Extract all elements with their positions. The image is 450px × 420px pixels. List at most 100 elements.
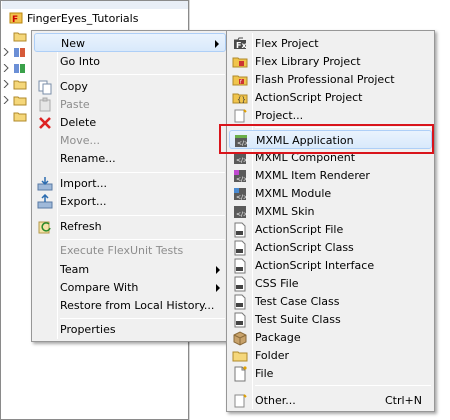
- menu-item-other[interactable]: Other... Ctrl+N: [229, 391, 432, 410]
- menu-item-label: CSS File: [255, 277, 299, 290]
- menu-item-label: Rename...: [60, 152, 116, 165]
- svg-text:</>: </>: [236, 194, 248, 201]
- tree-item[interactable]: [3, 44, 27, 60]
- flex-project-icon: Fx: [232, 36, 248, 52]
- project-tree-item[interactable]: F FingerEyes_Tutorials: [3, 10, 138, 26]
- expand-icon[interactable]: [3, 64, 9, 72]
- menu-item-label: Copy: [60, 80, 88, 93]
- menu-item-actionscript-class[interactable]: ActionScript Class: [229, 238, 432, 257]
- menu-item-label: Execute FlexUnit Tests: [60, 244, 184, 257]
- menu-separator: [60, 215, 225, 216]
- menu-item-label: Refresh: [60, 220, 102, 233]
- package-icon: [232, 330, 248, 346]
- menu-item-team[interactable]: Team: [34, 260, 226, 279]
- menu-item-new[interactable]: New: [34, 33, 226, 52]
- menu-item-label: Flex Project: [255, 37, 319, 50]
- menu-item-paste[interactable]: Paste: [34, 95, 226, 114]
- menu-item-folder[interactable]: Folder: [229, 346, 432, 365]
- menu-separator: [60, 172, 225, 173]
- menu-item-mxml-skin[interactable]: </> MXML Skin: [229, 202, 432, 221]
- menu-separator: [60, 239, 225, 240]
- svg-text:</>: </>: [236, 157, 248, 164]
- refresh-icon: [37, 219, 53, 235]
- library-icon: [13, 45, 27, 59]
- menu-item-mxml-item-renderer[interactable]: </> MXML Item Renderer: [229, 166, 432, 185]
- menu-item-export[interactable]: Export...: [34, 192, 226, 211]
- source-folder-icon: [13, 29, 27, 43]
- expand-icon[interactable]: [3, 96, 9, 104]
- menu-item-label: Restore from Local History...: [60, 299, 215, 312]
- menu-item-import[interactable]: Import...: [34, 174, 226, 193]
- menu-item-compare-with[interactable]: Compare With: [34, 278, 226, 297]
- menu-item-package[interactable]: Package: [229, 328, 432, 347]
- menu-item-label: ActionScript File: [255, 223, 344, 236]
- menu-item-label: Go Into: [60, 55, 101, 68]
- menu-item-copy[interactable]: Copy: [34, 77, 226, 96]
- menu-item-file[interactable]: File: [229, 364, 432, 383]
- expand-icon[interactable]: [3, 80, 9, 88]
- menu-item-project[interactable]: Project...: [229, 106, 432, 125]
- menu-item-label: Move...: [60, 134, 100, 147]
- tree-item[interactable]: [3, 108, 27, 124]
- menu-item-label: New: [61, 37, 85, 50]
- test-case-class-icon: [232, 294, 248, 310]
- actionscript-file-icon: [232, 222, 248, 238]
- menu-separator: [60, 74, 225, 75]
- project-name: FingerEyes_Tutorials: [27, 11, 139, 25]
- project-icon: [232, 108, 248, 124]
- menu-item-execute-flexunit-tests[interactable]: Execute FlexUnit Tests: [34, 241, 226, 260]
- import-icon: [37, 176, 53, 192]
- expand-icon[interactable]: [3, 48, 9, 56]
- tree-item[interactable]: [3, 92, 27, 108]
- menu-separator: [255, 385, 431, 386]
- flex-library-project-icon: [232, 54, 248, 70]
- folder-icon: [13, 109, 27, 123]
- tree-item[interactable]: [3, 28, 27, 44]
- menu-item-label: MXML Module: [255, 187, 332, 200]
- menu-item-test-suite-class[interactable]: Test Suite Class: [229, 310, 432, 329]
- menu-item-go-into[interactable]: Go Into: [34, 52, 226, 71]
- submenu-arrow-icon: [216, 266, 220, 274]
- menu-item-properties[interactable]: Properties: [34, 320, 226, 339]
- menu-item-delete[interactable]: Delete: [34, 113, 226, 132]
- expand-icon[interactable]: [3, 32, 9, 40]
- menu-item-flex-project[interactable]: Fx Flex Project: [229, 34, 432, 53]
- menu-item-rename[interactable]: Rename...: [34, 149, 226, 168]
- menu-item-label: Compare With: [60, 281, 139, 294]
- library-icon: [13, 61, 27, 75]
- menu-item-actionscript-interface[interactable]: ActionScript Interface: [229, 256, 432, 275]
- copy-icon: [37, 79, 53, 95]
- menu-item-refresh[interactable]: Refresh: [34, 217, 226, 236]
- menu-separator: [60, 318, 225, 319]
- folder-icon: [232, 348, 248, 364]
- menu-item-label: Folder: [255, 349, 289, 362]
- menu-item-label: Project...: [255, 109, 304, 122]
- explorer-toolbar: [2, 1, 188, 9]
- tree-item[interactable]: [3, 60, 27, 76]
- paste-icon: [37, 97, 53, 113]
- menu-item-flash-professional-project[interactable]: f Flash Professional Project: [229, 70, 432, 89]
- menu-item-css-file[interactable]: CSS File: [229, 274, 432, 293]
- menu-item-label: Test Case Class: [255, 295, 340, 308]
- file-icon: [232, 366, 248, 382]
- tree-item[interactable]: [3, 76, 27, 92]
- submenu-arrow-icon: [216, 284, 220, 292]
- actionscript-interface-icon: [232, 258, 248, 274]
- menu-item-test-case-class[interactable]: Test Case Class: [229, 292, 432, 311]
- collapse-icon[interactable]: [3, 112, 9, 120]
- menu-item-flex-library-project[interactable]: Flex Library Project: [229, 52, 432, 71]
- svg-text:</>: </>: [236, 176, 248, 183]
- svg-text:F: F: [12, 15, 18, 25]
- menu-item-actionscript-file[interactable]: ActionScript File: [229, 220, 432, 239]
- menu-item-actionscript-project[interactable]: {} ActionScript Project: [229, 88, 432, 107]
- menu-item-label: Package: [255, 331, 301, 344]
- menu-item-label: Paste: [60, 98, 90, 111]
- menu-item-restore-from-local-history[interactable]: Restore from Local History...: [34, 296, 226, 315]
- svg-text:f: f: [240, 80, 242, 86]
- svg-text:</>: </>: [236, 211, 248, 218]
- menu-item-label: Properties: [60, 323, 116, 336]
- menu-item-move[interactable]: Move...: [34, 131, 226, 150]
- menu-item-label: File: [255, 367, 274, 380]
- actionscript-class-icon: [232, 240, 248, 256]
- menu-item-mxml-module[interactable]: </> MXML Module: [229, 184, 432, 203]
